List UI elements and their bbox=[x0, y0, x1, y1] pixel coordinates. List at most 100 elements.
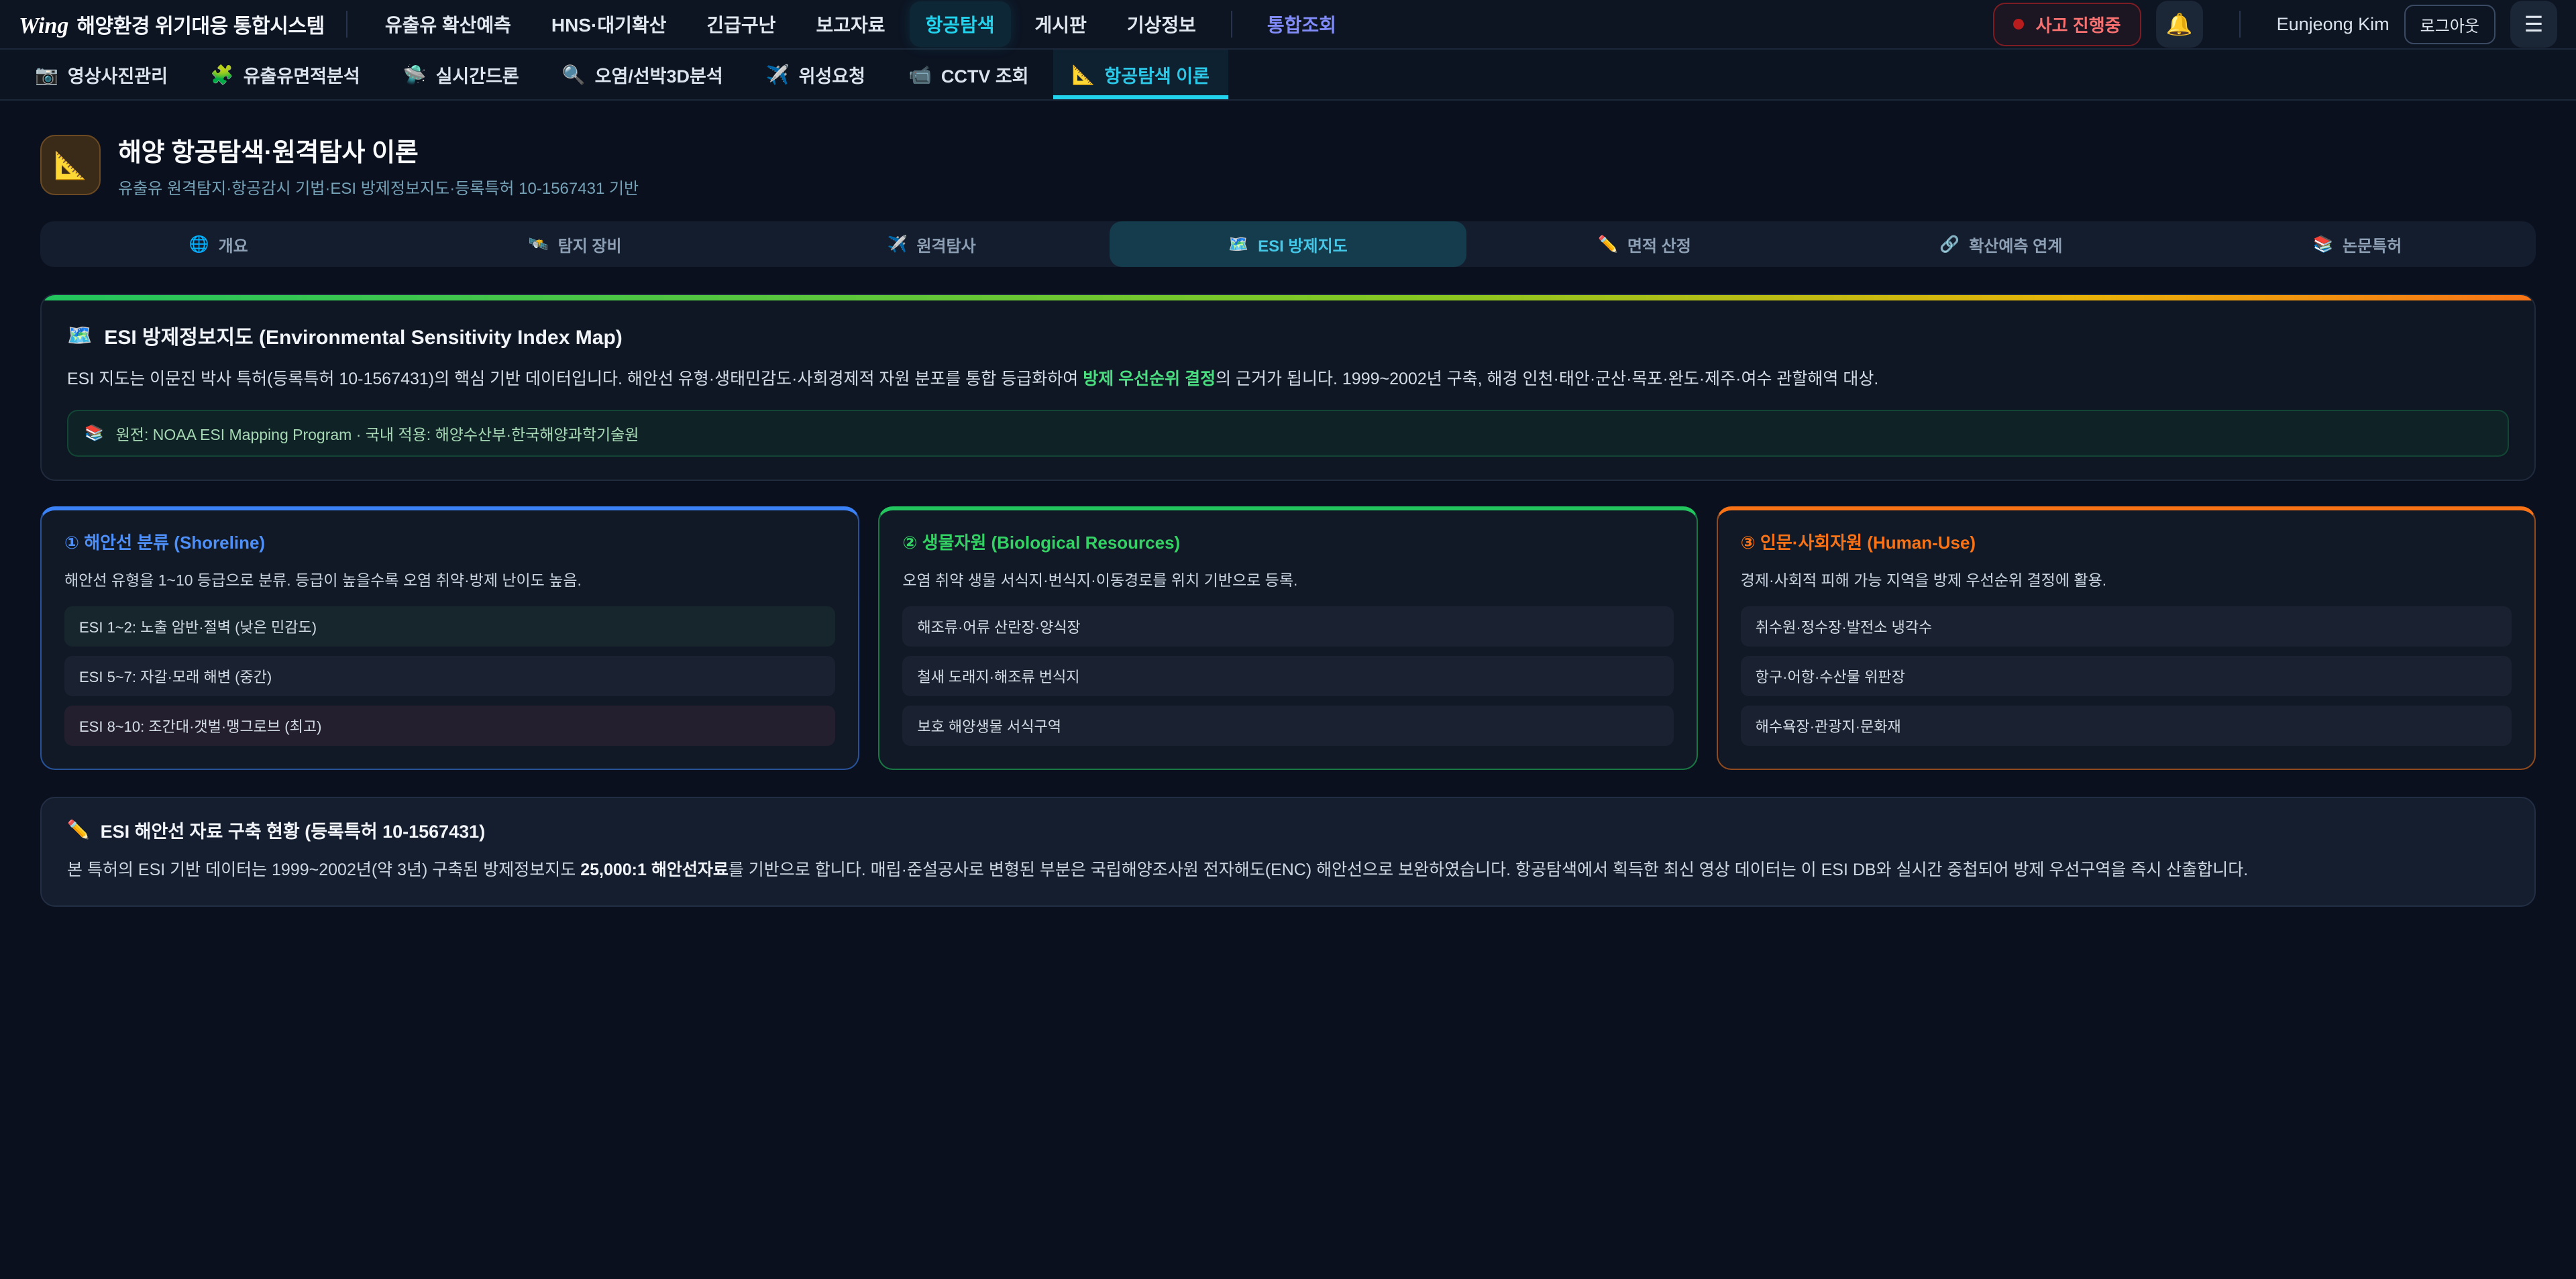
note-title-row: ✏️ ESI 해안선 자료 구축 현황 (등록특허 10-1567431) bbox=[67, 817, 2509, 843]
tab-diffusion-prediction-link[interactable]: 🔗 확산예측 연계 bbox=[1823, 221, 2179, 267]
incident-status-label: 사고 진행중 bbox=[2036, 12, 2121, 37]
subnav-tab-image-photo-management[interactable]: 📷 영상사진관리 bbox=[16, 50, 186, 99]
subnav-tab-label: CCTV 조회 bbox=[941, 62, 1029, 88]
hamburger-icon: ☰ bbox=[2524, 11, 2544, 37]
app-title: 해양환경 위기대응 통합시스템 bbox=[76, 9, 324, 39]
biological-card-items: 해조류·어류 산란장·양식장 철새 도래지·해조류 번식지 보호 해양생물 서식… bbox=[902, 606, 1673, 746]
list-item: ESI 5~7: 자갈·모래 해변 (중간) bbox=[64, 656, 835, 696]
puzzle-icon: 🧩 bbox=[211, 64, 234, 86]
bell-icon: 🔔 bbox=[2166, 11, 2193, 37]
page-title-block: 해양 항공탐색·원격탐사 이론 유출유 원격탐지·항공감시 기법·ESI 방제정… bbox=[118, 131, 639, 199]
main-content: 📐 해양 항공탐색·원격탐사 이론 유출유 원격탐지·항공감시 기법·ESI 방… bbox=[0, 101, 2576, 907]
logo-divider bbox=[346, 11, 347, 38]
shoreline-card-description: 해안선 유형을 1~10 등급으로 분류. 등급이 높을수록 오염 취약·방제 … bbox=[64, 567, 835, 590]
nav-item-emergency-rescue[interactable]: 긴급구난 bbox=[690, 1, 792, 47]
subnav-tab-label: 오염/선박3D분석 bbox=[595, 62, 723, 88]
subnav-tab-realtime-drone[interactable]: 🛸 실시간드론 bbox=[384, 50, 538, 99]
books-icon: 📚 bbox=[2313, 235, 2333, 254]
shoreline-card-items: ESI 1~2: 노출 암반·절벽 (낮은 민감도) ESI 5~7: 자갈·모… bbox=[64, 606, 835, 746]
topbar-right: 사고 진행중 🔔 Eunjeong Kim 로그아웃 ☰ bbox=[1993, 1, 2557, 48]
subnav-tab-satellite-request[interactable]: ✈️ 위성요청 bbox=[747, 50, 884, 99]
subnav-tab-label: 위성요청 bbox=[799, 62, 865, 88]
human-use-card-title: ③ 인문·사회자원 (Human-Use) bbox=[1741, 529, 2512, 554]
page-triangle-ruler-icon: 📐 bbox=[40, 135, 101, 195]
nav-item-weather-info[interactable]: 기상정보 bbox=[1111, 1, 1212, 47]
tab-area-calculation[interactable]: ✏️ 면적 산정 bbox=[1466, 221, 1823, 267]
app-logo: Wing 해양환경 위기대응 통합시스템 bbox=[19, 9, 325, 39]
esi-accent-gradient-strip bbox=[42, 295, 2534, 300]
map-icon: 🗺️ bbox=[67, 324, 92, 347]
logout-button[interactable]: 로그아웃 bbox=[2404, 5, 2496, 44]
nav-item-integrated-search[interactable]: 통합조회 bbox=[1251, 1, 1352, 47]
esi-desc-highlight: 방제 우선순위 결정 bbox=[1083, 370, 1216, 388]
human-use-card-items: 취수원·정수장·발전소 냉각수 항구·어항·수산물 위판장 해수욕장·관광지·문… bbox=[1741, 606, 2512, 746]
page-header: 📐 해양 항공탐색·원격탐사 이론 유출유 원격탐지·항공감시 기법·ESI 방… bbox=[40, 131, 2536, 199]
page-title: 해양 항공탐색·원격탐사 이론 bbox=[118, 131, 639, 168]
nav-item-aerial-search[interactable]: 항공탐색 bbox=[910, 1, 1011, 47]
esi-map-section: 🗺️ ESI 방제정보지도 (Environmental Sensitivity… bbox=[40, 294, 2536, 481]
subnav-tab-aerial-search-theory[interactable]: 📐 항공탐색 이론 bbox=[1053, 50, 1228, 99]
tab-remote-sensing[interactable]: ✈️ 원격탐사 bbox=[753, 221, 1110, 267]
camera-icon: 📷 bbox=[35, 64, 58, 86]
subnav-tab-pollution-ship-3d[interactable]: 🔍 오염/선박3D분석 bbox=[543, 50, 742, 99]
esi-source-note: 📚 원전: NOAA ESI Mapping Program · 국내 적용: … bbox=[67, 410, 2509, 457]
list-item: 해수욕장·관광지·문화재 bbox=[1741, 706, 2512, 746]
triangle-ruler-icon: 📐 bbox=[1072, 64, 1095, 86]
subnav-tab-cctv-view[interactable]: 📹 CCTV 조회 bbox=[890, 50, 1048, 99]
esi-section-description: ESI 지도는 이문진 박사 특허(등록특허 10-1567431)의 핵심 기… bbox=[67, 366, 2509, 392]
video-camera-icon: 📹 bbox=[908, 64, 932, 86]
tab-label: 면적 산정 bbox=[1627, 233, 1691, 256]
tab-detection-equipment[interactable]: 🛰️ 탐지 장비 bbox=[396, 221, 753, 267]
note-body: 본 특허의 ESI 기반 데이터는 1999~2002년(약 3년) 구축된 방… bbox=[67, 858, 2509, 883]
tab-label: 원격탐사 bbox=[916, 233, 975, 256]
human-use-card-description: 경제·사회적 피해 가능 지역을 방제 우선순위 결정에 활용. bbox=[1741, 567, 2512, 590]
logo-wing-mark: Wing bbox=[19, 13, 68, 39]
list-item: ESI 1~2: 노출 암반·절벽 (낮은 민감도) bbox=[64, 606, 835, 647]
page-subtitle: 유출유 원격탐지·항공감시 기법·ESI 방제정보지도·등록특허 10-1567… bbox=[118, 175, 639, 199]
shoreline-card-title: ① 해안선 분류 (Shoreline) bbox=[64, 529, 835, 554]
subnav-tab-label: 실시간드론 bbox=[436, 62, 519, 88]
nav-divider bbox=[1231, 11, 1232, 38]
esi-desc-pre: ESI 지도는 이문진 박사 특허(등록특허 10-1567431)의 핵심 기… bbox=[67, 370, 1083, 388]
satellite-icon: 🛰️ bbox=[529, 235, 549, 254]
top-nav-bar: Wing 해양환경 위기대응 통합시스템 유출유 확산예측 HNS·대기확산 긴… bbox=[0, 0, 2576, 50]
tab-label: ESI 방제지도 bbox=[1258, 233, 1348, 256]
note-body-bold: 25,000:1 해안선자료 bbox=[580, 860, 729, 879]
esi-category-cards: ① 해안선 분류 (Shoreline) 해안선 유형을 1~10 등급으로 분… bbox=[40, 506, 2536, 770]
subnav-tab-label: 영상사진관리 bbox=[68, 62, 168, 88]
magnifier-icon: 🔍 bbox=[562, 64, 586, 86]
tab-papers-patents[interactable]: 📚 논문특허 bbox=[2180, 221, 2536, 267]
status-dot-icon bbox=[2013, 19, 2024, 30]
nav-item-oil-spill-prediction[interactable]: 유출유 확산예측 bbox=[369, 1, 527, 47]
subnav-tab-label: 항공탐색 이론 bbox=[1104, 62, 1210, 88]
nav-item-reports[interactable]: 보고자료 bbox=[800, 1, 901, 47]
books-icon: 📚 bbox=[85, 424, 104, 442]
list-item: 철새 도래지·해조류 번식지 bbox=[902, 656, 1673, 696]
list-item: 취수원·정수장·발전소 냉각수 bbox=[1741, 606, 2512, 647]
incident-status-badge: 사고 진행중 bbox=[1993, 3, 2141, 46]
note-title: ESI 해안선 자료 구축 현황 (등록특허 10-1567431) bbox=[101, 817, 486, 843]
esi-desc-post: 의 근거가 됩니다. 1999~2002년 구축, 해경 인천·태안·군산·목포… bbox=[1216, 370, 1878, 388]
subnav-tab-label: 유출유면적분석 bbox=[244, 62, 360, 88]
biological-card-description: 오염 취약 생물 서식지·번식지·이동경로를 위치 기반으로 등록. bbox=[902, 567, 1673, 590]
shoreline-card: ① 해안선 분류 (Shoreline) 해안선 유형을 1~10 등급으로 분… bbox=[40, 506, 859, 770]
user-divider bbox=[2239, 11, 2241, 38]
theory-section-tabs: 🌐 개요 🛰️ 탐지 장비 ✈️ 원격탐사 🗺️ ESI 방제지도 ✏️ 면적 … bbox=[40, 221, 2536, 267]
tab-overview[interactable]: 🌐 개요 bbox=[40, 221, 396, 267]
airplane-icon: ✈️ bbox=[766, 64, 790, 86]
tab-esi-response-map[interactable]: 🗺️ ESI 방제지도 bbox=[1110, 221, 1466, 267]
menu-button[interactable]: ☰ bbox=[2510, 1, 2557, 48]
list-item: 해조류·어류 산란장·양식장 bbox=[902, 606, 1673, 647]
nav-item-board[interactable]: 게시판 bbox=[1019, 1, 1103, 47]
tab-label: 논문특허 bbox=[2343, 233, 2402, 256]
drone-icon: 🛸 bbox=[403, 64, 427, 86]
esi-section-body: 🗺️ ESI 방제정보지도 (Environmental Sensitivity… bbox=[42, 300, 2534, 480]
user-name: Eunjeong Kim bbox=[2277, 14, 2390, 35]
human-use-card: ③ 인문·사회자원 (Human-Use) 경제·사회적 피해 가능 지역을 방… bbox=[1717, 506, 2536, 770]
notifications-button[interactable]: 🔔 bbox=[2156, 1, 2203, 48]
biological-card-title: ② 생물자원 (Biological Resources) bbox=[902, 529, 1673, 554]
app-window: Wing 해양환경 위기대응 통합시스템 유출유 확산예측 HNS·대기확산 긴… bbox=[0, 0, 2576, 1279]
subnav-tab-oil-area-analysis[interactable]: 🧩 유출유면적분석 bbox=[192, 50, 379, 99]
main-nav: 유출유 확산예측 HNS·대기확산 긴급구난 보고자료 항공탐색 게시판 기상정… bbox=[369, 1, 1352, 47]
nav-item-hns-atmospheric[interactable]: HNS·대기확산 bbox=[535, 1, 682, 47]
